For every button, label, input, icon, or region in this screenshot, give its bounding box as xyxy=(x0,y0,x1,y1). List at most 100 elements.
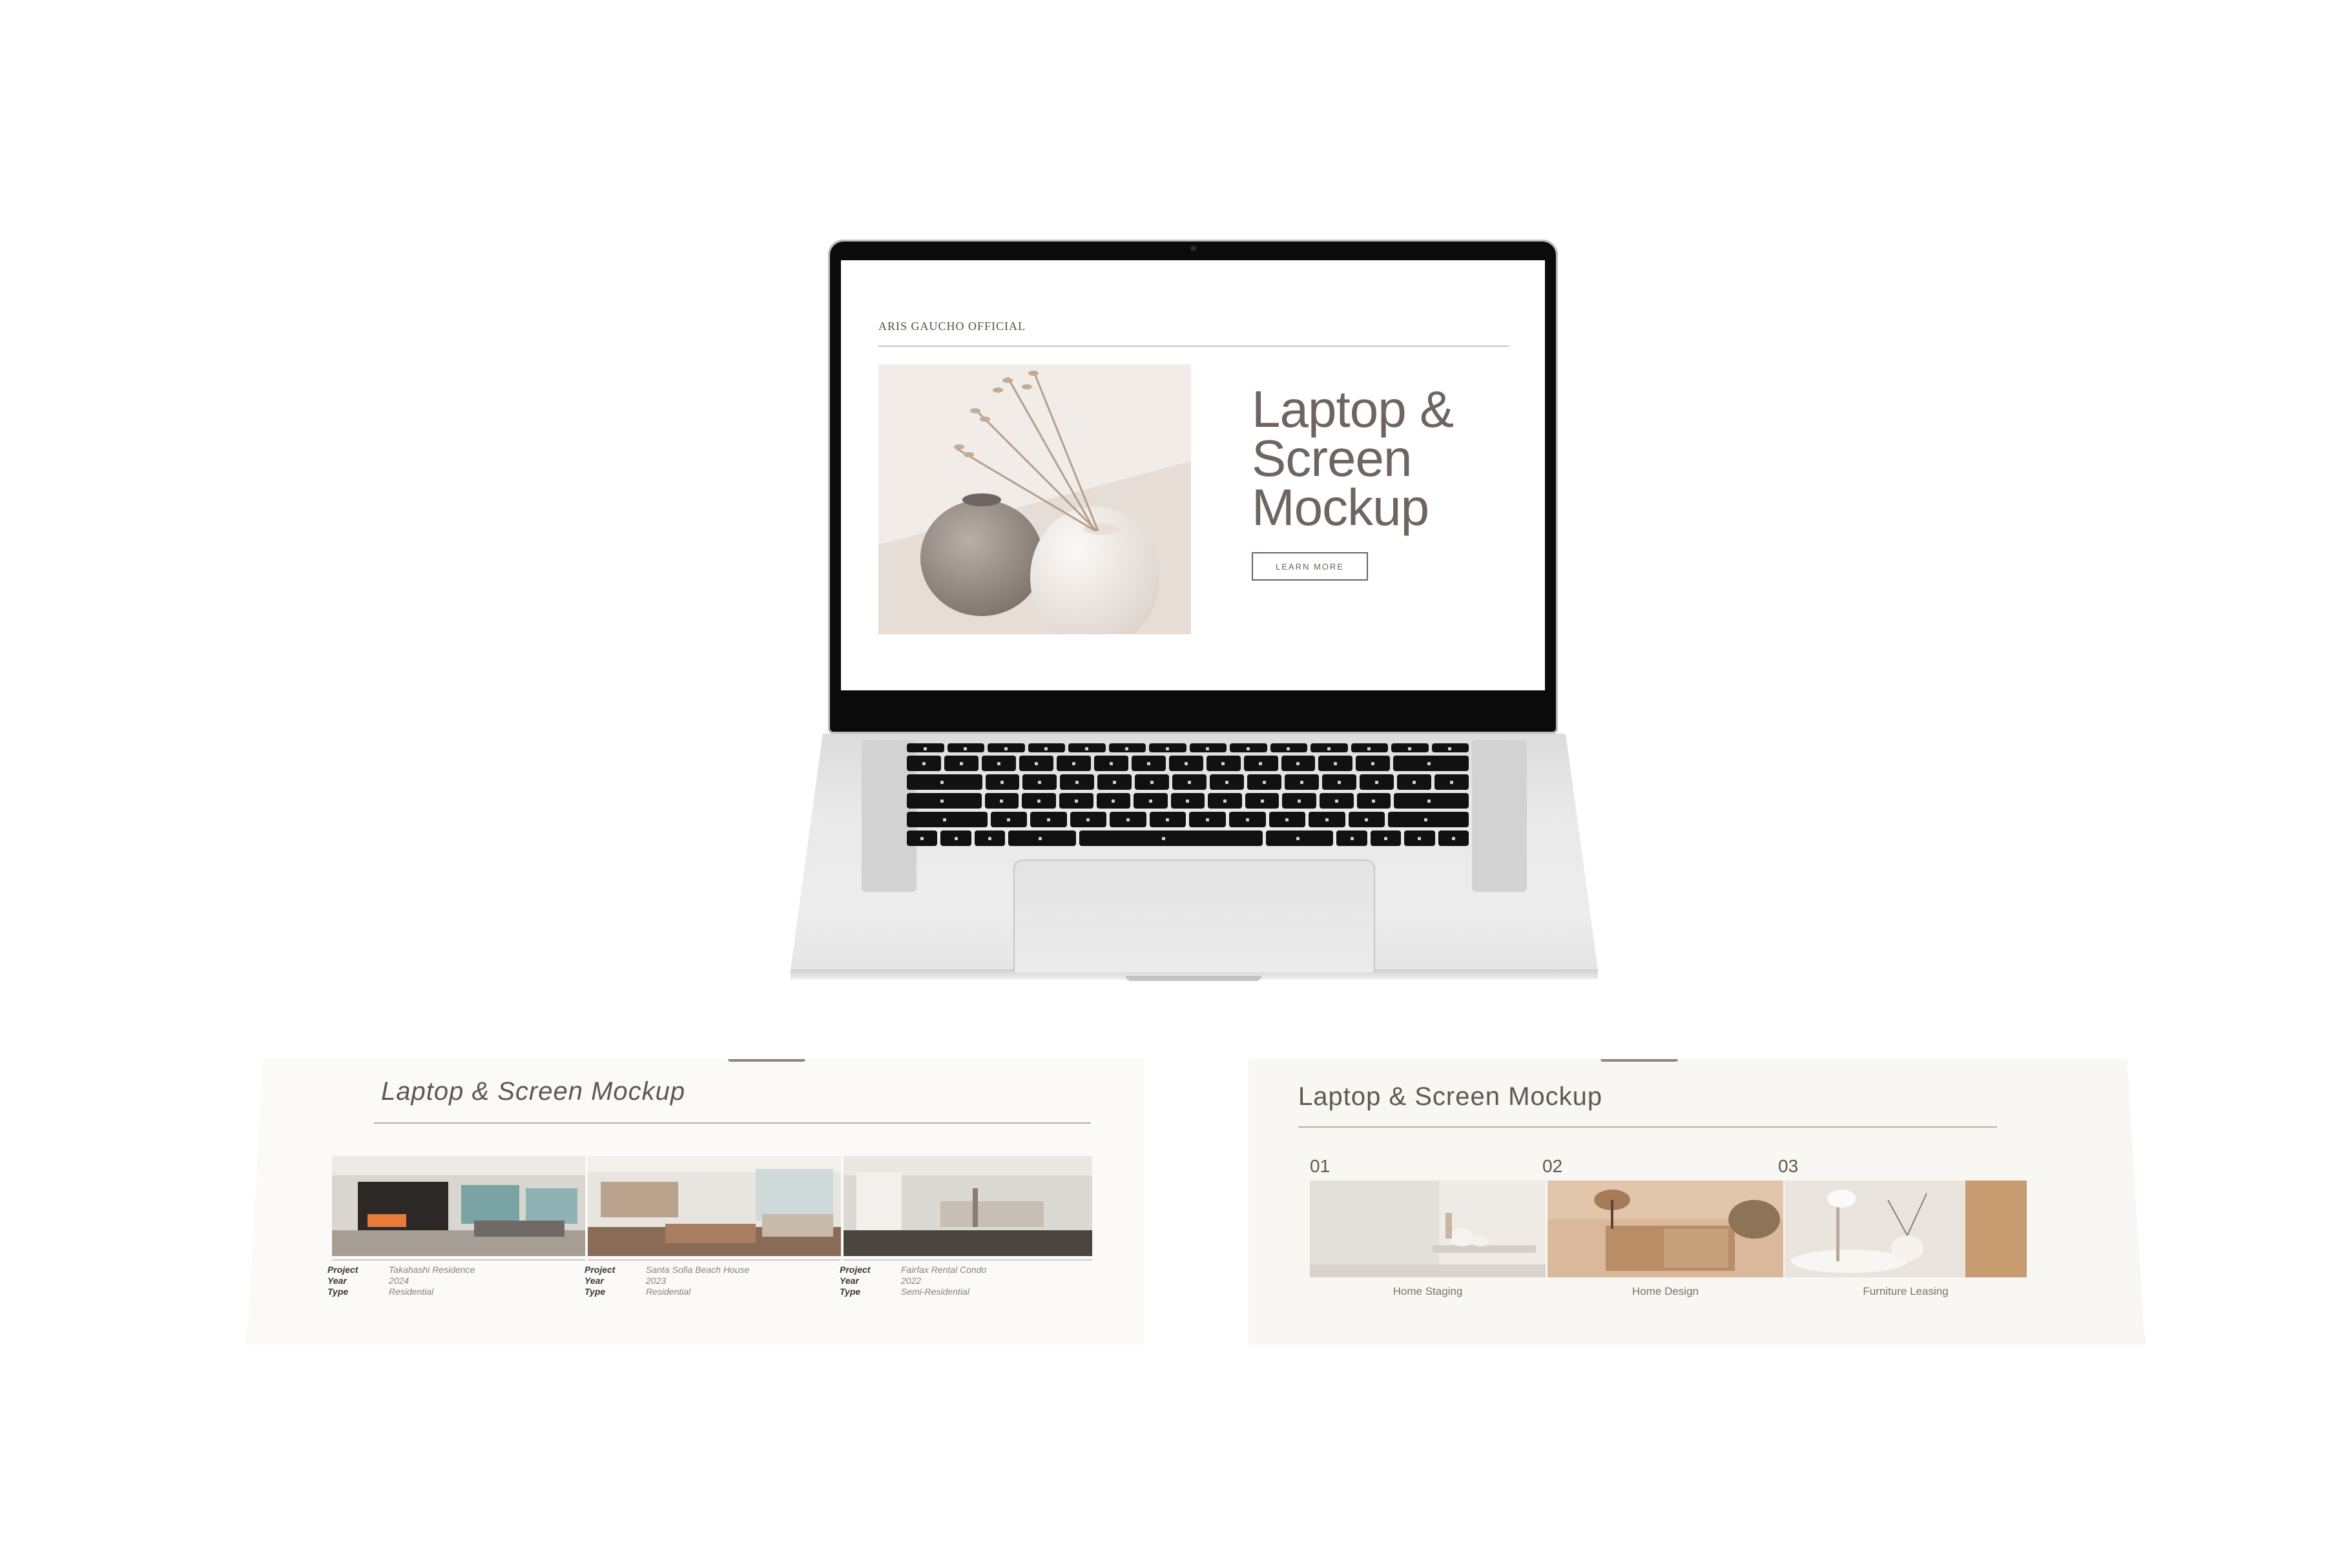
key[interactable] xyxy=(1206,756,1241,771)
key[interactable] xyxy=(1309,812,1345,827)
key[interactable] xyxy=(1149,743,1186,752)
key[interactable] xyxy=(1356,756,1391,771)
hero-title-line-2: Screen xyxy=(1252,429,1412,487)
key[interactable] xyxy=(1360,774,1394,790)
key[interactable] xyxy=(1135,774,1170,790)
key-option[interactable] xyxy=(974,830,1006,846)
key[interactable] xyxy=(1351,743,1388,752)
key[interactable] xyxy=(1070,812,1107,827)
key[interactable] xyxy=(1172,774,1207,790)
key[interactable] xyxy=(1170,793,1205,809)
key-arrow-right[interactable] xyxy=(1438,830,1469,846)
site-brand[interactable]: ARIS GAUCHO OFFICIAL xyxy=(878,320,1026,333)
key-delete[interactable] xyxy=(1393,756,1469,771)
key[interactable] xyxy=(1247,774,1282,790)
key-arrow-left[interactable] xyxy=(1370,830,1402,846)
project-image[interactable] xyxy=(844,1156,1092,1256)
project-image[interactable] xyxy=(588,1156,841,1256)
key[interactable] xyxy=(1030,812,1067,827)
key[interactable] xyxy=(1322,774,1357,790)
key[interactable] xyxy=(1348,812,1385,827)
key[interactable] xyxy=(1208,793,1242,809)
year-label: Year xyxy=(585,1275,604,1286)
key[interactable] xyxy=(1230,743,1267,752)
type-label: Type xyxy=(327,1286,349,1297)
key[interactable] xyxy=(1318,756,1353,771)
key[interactable] xyxy=(1229,812,1266,827)
key[interactable] xyxy=(1397,774,1431,790)
project-label: Project xyxy=(840,1264,871,1275)
key-command[interactable] xyxy=(1266,830,1334,846)
service-label[interactable]: Home Design xyxy=(1548,1285,1783,1298)
project-label: Project xyxy=(327,1264,358,1275)
key[interactable] xyxy=(1068,743,1106,752)
key[interactable] xyxy=(1270,743,1307,752)
key[interactable] xyxy=(1108,743,1146,752)
key-shift-right[interactable] xyxy=(1388,812,1469,827)
key[interactable] xyxy=(1210,774,1245,790)
key-caps-lock[interactable] xyxy=(907,793,982,809)
key[interactable] xyxy=(947,743,984,752)
service-label[interactable]: Home Staging xyxy=(1310,1285,1546,1298)
key[interactable] xyxy=(1097,774,1132,790)
key[interactable] xyxy=(1134,793,1168,809)
key[interactable] xyxy=(1028,743,1065,752)
keyboard[interactable] xyxy=(907,743,1469,853)
learn-more-button[interactable]: LEARN MORE xyxy=(1252,552,1368,581)
key[interactable] xyxy=(984,793,1019,809)
key[interactable] xyxy=(1096,793,1131,809)
wood-cabinet-lamp-photo xyxy=(1548,1181,1783,1277)
key[interactable] xyxy=(1060,774,1095,790)
key[interactable] xyxy=(1434,774,1469,790)
key[interactable] xyxy=(985,774,1020,790)
key[interactable] xyxy=(1110,812,1146,827)
key[interactable] xyxy=(1019,756,1053,771)
key[interactable] xyxy=(1131,756,1166,771)
hero-title-line-1: Laptop & xyxy=(1252,380,1454,438)
key[interactable] xyxy=(1391,743,1429,752)
key[interactable] xyxy=(1022,793,1056,809)
key[interactable] xyxy=(1281,756,1316,771)
key[interactable] xyxy=(944,756,979,771)
key[interactable] xyxy=(1310,743,1348,752)
key[interactable] xyxy=(981,756,1016,771)
services-title: Laptop & Screen Mockup xyxy=(1298,1082,1603,1111)
key[interactable] xyxy=(1149,812,1186,827)
key[interactable] xyxy=(1285,774,1320,790)
key[interactable] xyxy=(1320,793,1354,809)
key-control[interactable] xyxy=(940,830,971,846)
key-space[interactable] xyxy=(1079,830,1263,846)
key[interactable] xyxy=(1168,756,1203,771)
key[interactable] xyxy=(1056,756,1091,771)
key[interactable] xyxy=(1189,812,1227,827)
key-option[interactable] xyxy=(1336,830,1367,846)
key-command[interactable] xyxy=(1008,830,1076,846)
key[interactable] xyxy=(907,756,941,771)
key[interactable] xyxy=(1282,793,1317,809)
key[interactable] xyxy=(1093,756,1128,771)
key-return[interactable] xyxy=(1394,793,1469,809)
key[interactable] xyxy=(1356,793,1391,809)
project-name: Takahashi Residence xyxy=(389,1264,475,1275)
key[interactable] xyxy=(1269,812,1306,827)
service-label[interactable]: Furniture Leasing xyxy=(1785,1285,2027,1298)
key-fn[interactable] xyxy=(907,830,938,846)
service-image[interactable] xyxy=(1785,1181,2027,1277)
key[interactable] xyxy=(1189,743,1227,752)
key[interactable] xyxy=(1245,793,1279,809)
key[interactable] xyxy=(988,743,1025,752)
key[interactable] xyxy=(907,743,944,752)
key[interactable] xyxy=(1431,743,1469,752)
key[interactable] xyxy=(1059,793,1093,809)
key-arrow-updown[interactable] xyxy=(1404,830,1435,846)
key-shift-left[interactable] xyxy=(907,812,988,827)
project-image[interactable] xyxy=(332,1156,585,1256)
trackpad[interactable] xyxy=(1013,860,1375,973)
key[interactable] xyxy=(990,812,1028,827)
key-tab[interactable] xyxy=(907,774,982,790)
service-image[interactable] xyxy=(1310,1181,1546,1277)
key[interactable] xyxy=(1022,774,1057,790)
laptop-device: ARIS GAUCHO OFFICIAL Laptop & Screen Moc… xyxy=(791,240,1598,989)
service-image[interactable] xyxy=(1548,1181,1783,1277)
key[interactable] xyxy=(1243,756,1278,771)
